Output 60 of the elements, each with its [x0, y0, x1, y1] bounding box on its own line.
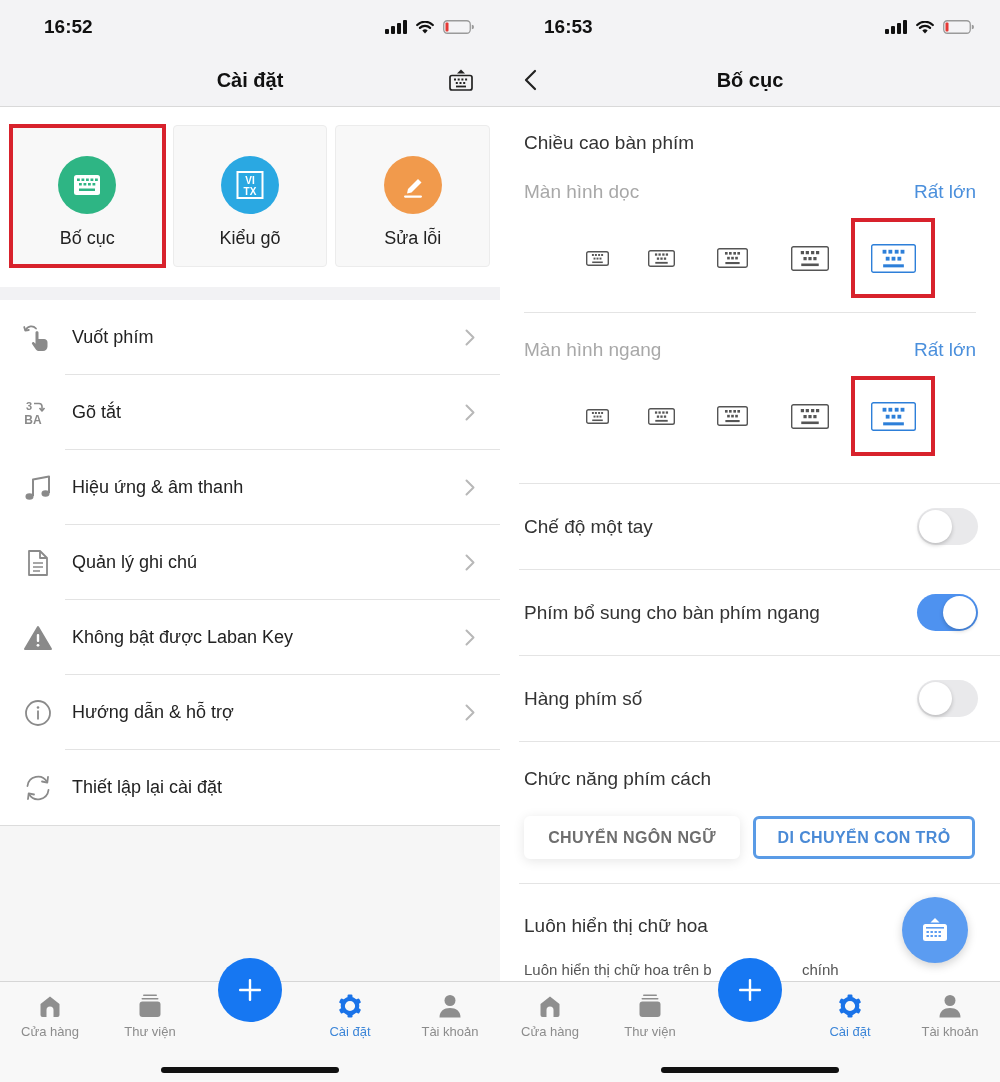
keyboard-icon[interactable] [585, 408, 609, 424]
size-value: Rất lớn [913, 180, 976, 204]
back-icon[interactable] [524, 69, 537, 91]
text-tile-icon: VI TX [221, 156, 279, 214]
feature-card[interactable]: Bố cục [10, 125, 165, 267]
settings-icon [337, 993, 363, 1019]
keyboard-icon[interactable] [716, 406, 748, 426]
segment-button[interactable]: DI CHUYỂN CON TRỎ [753, 816, 975, 859]
signal-icon [385, 20, 407, 34]
setting-label: Phím bổ sung cho bàn phím ngang [524, 601, 820, 624]
keyboard-icon[interactable] [647, 249, 675, 267]
status-time: 16:52 [44, 16, 93, 38]
setting-label: Chế độ một tay [524, 515, 653, 538]
setting-label: Chức năng phím cách [524, 767, 711, 791]
keyboard-icon[interactable] [449, 69, 473, 91]
plus-icon [737, 977, 763, 1003]
warning-icon [23, 623, 53, 652]
screen-title: Cài đặt [216, 68, 284, 92]
battery-icon [943, 20, 974, 34]
signal-icon [885, 20, 907, 34]
keyboard-icon[interactable] [791, 245, 829, 271]
keyboard-icon[interactable] [716, 248, 748, 268]
info-icon [23, 698, 53, 727]
hint-text: chính [802, 961, 839, 979]
menu-item[interactable]: Vuốt phím [0, 300, 500, 375]
section-label: Màn hình ngang [524, 338, 662, 362]
setting-label: Luôn hiển thị chữ hoa [524, 914, 708, 938]
battery-icon [443, 20, 474, 34]
toggle-switch[interactable] [917, 594, 978, 631]
menu-item[interactable]: Hiệu ứng & âm thanh [0, 450, 500, 525]
section-label: Màn hình dọc [524, 180, 640, 204]
wifi-icon [916, 20, 934, 34]
keyboard-icon[interactable] [791, 403, 829, 429]
keyboard-icon [921, 918, 949, 942]
wifi-icon [416, 20, 434, 34]
tab-item[interactable]: Cài đặt [825, 982, 875, 1040]
menu-item[interactable]: Thiết lập lại cài đặt [0, 750, 500, 825]
plus-icon [237, 977, 263, 1003]
person-icon [937, 993, 963, 1019]
segment-button[interactable]: CHUYỂN NGÔN NGỮ [524, 816, 740, 859]
keyboard-icon[interactable] [585, 250, 609, 266]
music-note-icon [23, 473, 53, 502]
toggle-switch[interactable] [917, 508, 978, 545]
person-icon [437, 993, 463, 1019]
setting-label: Hàng phím số [524, 687, 643, 710]
feature-card[interactable]: VI TX Kiểu gõ [172, 125, 328, 267]
library-icon [137, 993, 163, 1019]
hint-text: Luôn hiển thị chữ hoa trên b [524, 961, 712, 979]
menu-item[interactable]: Không bật được Laban Key [0, 600, 500, 675]
section-title: Chiều cao bàn phím [524, 131, 695, 155]
keyboard-icon[interactable] [647, 407, 675, 425]
tab-item[interactable]: Cài đặt [325, 982, 375, 1040]
status-time: 16:53 [544, 16, 593, 38]
menu-item[interactable]: Quản lý ghi chú [0, 525, 500, 600]
feature-card[interactable]: Sửa lỗi [335, 125, 490, 267]
screen-title: Bố cục [716, 68, 784, 92]
library-icon [637, 993, 663, 1019]
toggle-switch[interactable] [917, 680, 978, 717]
settings-icon [837, 993, 863, 1019]
size-value: Rất lớn [913, 338, 976, 362]
